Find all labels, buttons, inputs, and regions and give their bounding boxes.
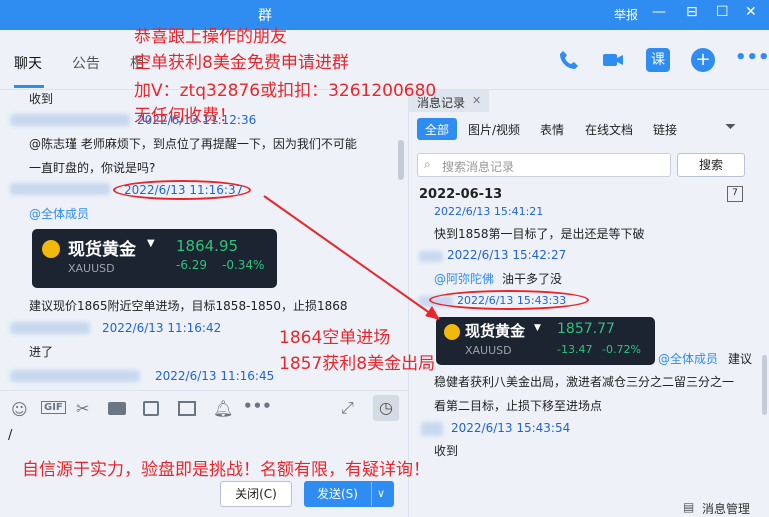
text-cursor: /: [8, 428, 13, 443]
message-timestamp: 2022/6/13 11:16:45: [155, 369, 275, 383]
gold-price-card[interactable]: 现货黄金 ▼ XAUUSD 1864.95 -6.29 -0.34%: [32, 229, 277, 288]
gold-price-card[interactable]: 现货黄金 ▼ XAUUSD 1857.77 -13.47 -0.72%: [436, 317, 655, 365]
bell-icon[interactable]: 🔔︎: [213, 399, 233, 418]
card-symbol: XAUUSD: [68, 262, 115, 275]
minimize-button[interactable]: —: [652, 4, 666, 20]
screenshot-icon[interactable]: [143, 401, 159, 416]
card-price: 1857.77: [557, 321, 615, 337]
tab-notice[interactable]: 公告: [72, 53, 100, 73]
overlay-text: 加V：ztq32876或扣扣：3261200680: [134, 81, 437, 101]
card-price: 1864.95: [176, 237, 239, 255]
scrollbar[interactable]: [762, 355, 767, 415]
message-timestamp: 2022/6/13 15:41:21: [434, 205, 544, 218]
message-text: 收到: [434, 444, 459, 458]
card-pct: -0.72%: [602, 343, 641, 356]
highlight-oval: [113, 180, 251, 200]
card-change: -13.47: [557, 343, 593, 356]
calendar-icon[interactable]: 7: [727, 186, 743, 202]
card-name: 现货黄金: [68, 240, 136, 260]
overlay-text: 恭喜跟上操作的朋友: [134, 27, 287, 47]
gold-coin-icon: [42, 240, 60, 258]
filter-all[interactable]: 全部: [417, 118, 457, 140]
message-timestamp: 2022/6/13 15:42:27: [447, 248, 567, 262]
message-text: 建议: [728, 352, 753, 366]
image-icon[interactable]: [178, 401, 196, 416]
more-tools-icon[interactable]: •••: [243, 397, 272, 415]
chevron-down-icon: ▼: [534, 323, 541, 333]
message-text: 快到1858第一目标了，是出还是等下破: [434, 227, 645, 241]
send-options-caret[interactable]: ∨: [377, 482, 385, 506]
tab-underline: [14, 85, 44, 88]
class-icon[interactable]: 课: [646, 48, 670, 72]
avatar: [10, 322, 90, 334]
gif-icon[interactable]: GIF: [41, 401, 66, 414]
close-icon[interactable]: ✕: [472, 94, 481, 107]
gold-coin-icon: [444, 324, 460, 340]
video-call-icon[interactable]: [601, 48, 625, 72]
message-text: 一直盯盘的，你说是吗?: [29, 161, 156, 175]
overlay-text: 无任何收费！: [134, 106, 236, 126]
filter-icon[interactable]: ⏷: [725, 119, 736, 135]
manage-icon[interactable]: ▤: [683, 500, 694, 514]
divider: [371, 482, 372, 506]
message-text: 看第二目标，止损下移至进场点: [434, 399, 603, 413]
maximize-button[interactable]: ☐: [716, 4, 729, 20]
overlay-text: 1864空单进场: [279, 328, 391, 348]
input-toolbar: ☺ GIF ✂ 🔔︎ ••• ⤢ ◷: [0, 390, 408, 428]
card-symbol: XAUUSD: [465, 344, 512, 357]
mention-all[interactable]: @全体成员: [29, 203, 89, 225]
close-button[interactable]: ✕: [745, 4, 757, 20]
message-manage-link[interactable]: 消息管理: [702, 500, 750, 517]
search-placeholder: 搜索消息记录: [442, 160, 515, 174]
card-change: -6.29: [176, 258, 208, 272]
message-text: 进了: [29, 345, 54, 359]
filter-media[interactable]: 图片/视频: [468, 121, 520, 138]
more-icon[interactable]: •••: [735, 48, 769, 72]
filter-links[interactable]: 链接: [653, 121, 677, 138]
history-clock-icon[interactable]: ◷: [373, 395, 399, 421]
message-text: 收到: [29, 92, 54, 106]
send-label: 发送(S): [317, 487, 358, 501]
avatar: [10, 370, 140, 382]
highlight-oval: [429, 290, 589, 310]
highlight-arrow: [263, 195, 440, 320]
chevron-down-icon: ▼: [147, 238, 155, 249]
avatar: [10, 114, 130, 126]
message-timestamp: 2022/6/13 15:43:54: [451, 421, 571, 435]
close-chat-button[interactable]: 关闭(C): [220, 481, 292, 507]
phone-icon[interactable]: [557, 48, 581, 72]
filter-label: 全部: [425, 123, 450, 137]
search-icon: ⌕: [424, 157, 431, 171]
filter-sticker[interactable]: 表情: [540, 121, 564, 138]
message-text: @陈志瑾 老师麻烦下，到点位了再提醒一下，因为我们不可能: [29, 137, 357, 151]
send-button[interactable]: 发送(S) ∨: [304, 481, 394, 507]
overlay-text: 空单获利8美金免费申请进群: [134, 53, 349, 73]
card-pct: -0.34%: [222, 258, 265, 272]
scissors-icon[interactable]: ✂: [76, 399, 89, 418]
message-text: 油干多了没: [502, 272, 563, 286]
report-button[interactable]: 举报: [614, 6, 638, 23]
avatar: [10, 183, 110, 195]
scrollbar[interactable]: [398, 140, 404, 180]
message-timestamp: 2022/6/13 11:16:42: [102, 321, 222, 335]
search-input[interactable]: ⌕ 搜索消息记录: [417, 153, 671, 177]
expand-icon[interactable]: ⤢: [341, 398, 354, 418]
avatar: [421, 422, 443, 436]
add-icon[interactable]: +: [691, 48, 715, 72]
mention-all[interactable]: @全体成员: [658, 348, 718, 370]
settings-icon[interactable]: ⊟: [686, 4, 698, 20]
card-name: 现货黄金: [465, 322, 526, 340]
message-text: 稳健者获利八美金出局，激进者减仓三分之二留三分之一: [434, 375, 735, 389]
folder-icon[interactable]: [108, 402, 126, 415]
overlay-text: 1857获利8美金出局: [279, 354, 436, 374]
tab-chat[interactable]: 聊天: [14, 53, 42, 73]
title-bar: 群 举报 — ⊟ ☐ ✕: [0, 0, 769, 30]
overlay-text: 自信源于实力，验盘即是挑战！名额有限，有疑详询！: [22, 460, 430, 480]
search-button[interactable]: 搜索: [677, 153, 745, 177]
filter-docs[interactable]: 在线文档: [585, 121, 633, 138]
emoji-icon[interactable]: ☺: [11, 400, 28, 419]
